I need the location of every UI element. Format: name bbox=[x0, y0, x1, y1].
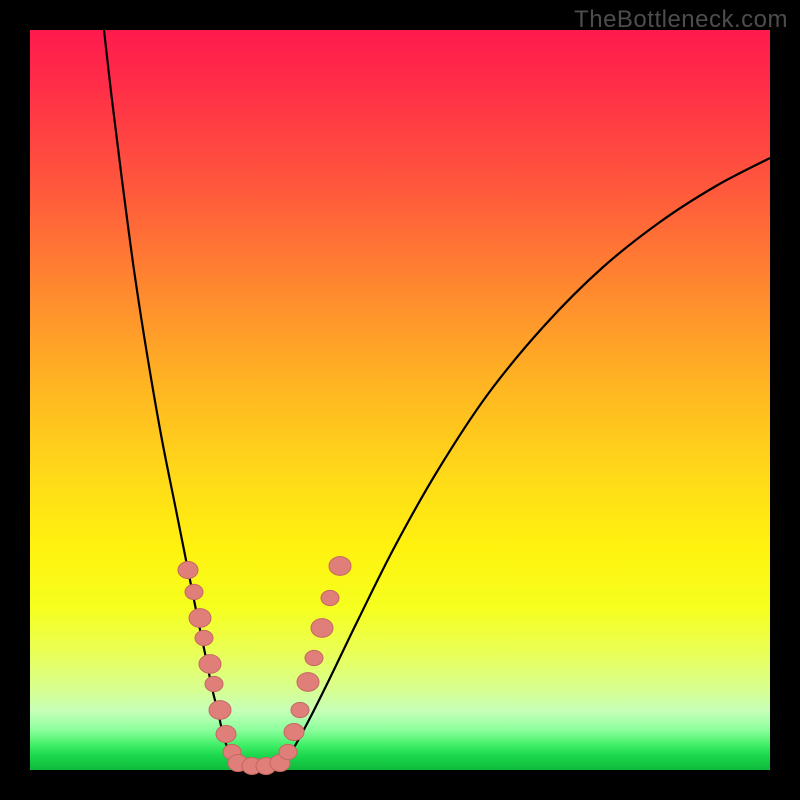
curve-marker bbox=[284, 724, 304, 741]
curve-marker bbox=[209, 701, 231, 720]
curve-marker bbox=[305, 650, 323, 665]
curve-marker bbox=[199, 655, 221, 674]
curve-marker bbox=[178, 562, 198, 579]
watermark-text: TheBottleneck.com bbox=[574, 6, 788, 34]
marker-group bbox=[178, 557, 351, 775]
curve-marker bbox=[279, 744, 297, 759]
curve-marker bbox=[329, 557, 351, 576]
curve-marker bbox=[195, 630, 213, 645]
curve-marker bbox=[216, 726, 236, 743]
curve-marker bbox=[185, 584, 203, 599]
curve-layer bbox=[30, 30, 770, 770]
chart-frame: TheBottleneck.com bbox=[0, 0, 800, 800]
curve-marker bbox=[297, 673, 319, 692]
curve-marker bbox=[189, 609, 211, 628]
curve-marker bbox=[205, 676, 223, 691]
curve-marker bbox=[321, 590, 339, 605]
curve-marker bbox=[291, 702, 309, 717]
curve-marker bbox=[311, 619, 333, 638]
